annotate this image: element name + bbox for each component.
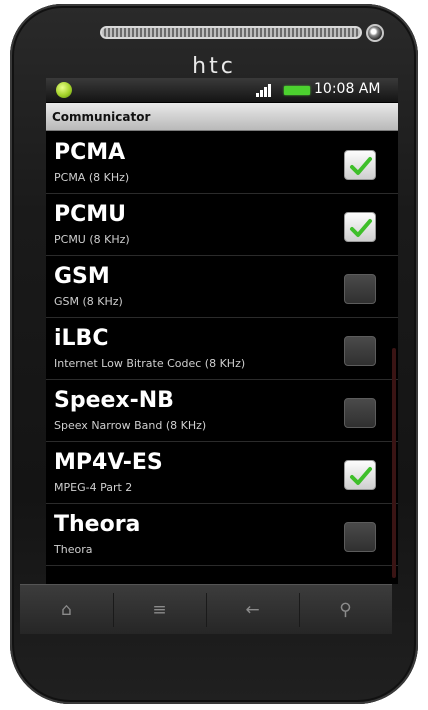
list-scrollbar[interactable] xyxy=(392,348,396,578)
back-button[interactable]: ← xyxy=(206,585,299,635)
codec-description: Internet Low Bitrate Codec (8 KHz) xyxy=(54,357,246,370)
home-button[interactable]: ⌂ xyxy=(20,585,113,635)
codec-checkbox[interactable] xyxy=(344,522,376,552)
codec-name: MP4V-ES xyxy=(54,450,163,475)
battery-icon xyxy=(284,86,310,95)
checkmark-icon xyxy=(350,467,372,485)
hardware-nav-bar: ⌂ ≡ ← ⚲ xyxy=(20,584,392,634)
codec-row-gsm[interactable]: GSM GSM (8 KHz) xyxy=(46,256,398,318)
codec-description: GSM (8 KHz) xyxy=(54,295,123,308)
codec-checkbox[interactable] xyxy=(344,150,376,180)
codec-description: Speex Narrow Band (8 KHz) xyxy=(54,419,207,432)
codec-name: Theora xyxy=(54,512,141,537)
codec-checkbox[interactable] xyxy=(344,274,376,304)
codec-row-speex-nb[interactable]: Speex-NB Speex Narrow Band (8 KHz) xyxy=(46,380,398,442)
signal-strength-icon xyxy=(256,84,272,97)
codec-row-theora[interactable]: Theora Theora xyxy=(46,504,398,566)
status-time: 10:08 AM xyxy=(314,81,381,97)
codec-description: MPEG-4 Part 2 xyxy=(54,481,133,494)
codec-name: iLBC xyxy=(54,326,109,351)
checkmark-icon xyxy=(350,219,372,237)
menu-icon: ≡ xyxy=(152,600,167,620)
back-icon: ← xyxy=(245,600,260,620)
codec-checkbox[interactable] xyxy=(344,398,376,428)
earpiece-speaker xyxy=(100,26,362,39)
codec-name: Speex-NB xyxy=(54,388,174,413)
codec-row-pcmu[interactable]: PCMU PCMU (8 KHz) xyxy=(46,194,398,256)
search-icon: ⚲ xyxy=(339,600,352,620)
screen: 10:08 AM Communicator PCMA PCMA (8 KHz) … xyxy=(46,78,398,584)
codec-row-mp4v-es[interactable]: MP4V-ES MPEG-4 Part 2 xyxy=(46,442,398,504)
app-title-bar: Communicator xyxy=(46,103,398,131)
codec-list: PCMA PCMA (8 KHz) PCMU PCMU (8 KHz) GSM … xyxy=(46,132,398,584)
codec-name: PCMA xyxy=(54,140,126,165)
codec-name: PCMU xyxy=(54,202,127,227)
home-icon: ⌂ xyxy=(61,600,72,620)
codec-checkbox[interactable] xyxy=(344,212,376,242)
codec-row-pcma[interactable]: PCMA PCMA (8 KHz) xyxy=(46,132,398,194)
checkmark-icon xyxy=(350,157,372,175)
codec-row-ilbc[interactable]: iLBC Internet Low Bitrate Codec (8 KHz) xyxy=(46,318,398,380)
codec-checkbox[interactable] xyxy=(344,336,376,366)
android-notification-icon[interactable] xyxy=(56,82,72,98)
status-bar: 10:08 AM xyxy=(46,78,398,102)
codec-description: PCMU (8 KHz) xyxy=(54,233,130,246)
app-title: Communicator xyxy=(52,110,151,124)
codec-name: GSM xyxy=(54,264,110,289)
front-camera xyxy=(366,24,384,42)
codec-description: Theora xyxy=(54,543,93,556)
brand-logo: htc xyxy=(192,54,236,79)
codec-description: PCMA (8 KHz) xyxy=(54,171,130,184)
search-button[interactable]: ⚲ xyxy=(299,585,392,635)
codec-checkbox[interactable] xyxy=(344,460,376,490)
menu-button[interactable]: ≡ xyxy=(113,585,206,635)
